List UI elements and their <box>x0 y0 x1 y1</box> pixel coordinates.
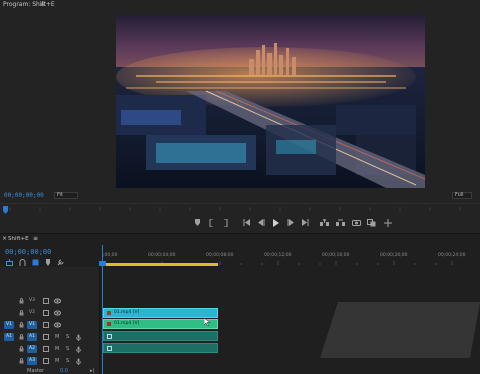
source-patch-a1[interactable]: A1 <box>4 333 14 341</box>
master-label: Master <box>27 368 45 374</box>
audio-clip-icon <box>107 334 112 339</box>
clip-a1[interactable] <box>103 331 218 341</box>
monitor-playhead-icon <box>3 206 8 214</box>
clip-a2[interactable] <box>103 343 218 353</box>
extract-icon[interactable] <box>336 218 345 227</box>
timeline-panel: × Shift+E ≡ 00;00;00;00 ;00;00 00;00;04;… <box>0 233 480 374</box>
close-icon[interactable]: × <box>2 235 7 242</box>
master-volume[interactable]: 0.0 <box>60 368 68 374</box>
sync-lock-icon[interactable] <box>43 334 49 342</box>
eye-icon[interactable] <box>54 310 61 318</box>
track-header-v2: V2 <box>0 308 100 319</box>
go-to-out-icon[interactable] <box>300 218 309 227</box>
clip-v1[interactable]: 01.mp4 [V] <box>103 319 218 329</box>
lock-icon[interactable] <box>19 346 24 354</box>
sync-lock-icon[interactable] <box>43 358 49 366</box>
program-monitor-title[interactable]: Program: Shift+E <box>3 1 55 8</box>
mute-button[interactable]: M <box>55 334 59 340</box>
lock-icon[interactable] <box>19 322 24 330</box>
microphone-icon[interactable] <box>76 358 81 367</box>
step-back-icon[interactable] <box>256 218 265 227</box>
ruler-label: 00;00;24;00 <box>438 253 466 258</box>
in-point-icon[interactable] <box>207 218 216 227</box>
ruler-label: 00;00;04;00 <box>148 253 176 258</box>
sync-lock-icon[interactable] <box>43 322 49 330</box>
playhead-handle-icon[interactable] <box>99 261 106 266</box>
lock-icon[interactable] <box>19 310 24 318</box>
panel-menu-icon[interactable]: ≡ <box>33 235 38 242</box>
clip-name: 01.mp4 [V] <box>114 321 140 326</box>
lock-icon[interactable] <box>19 358 24 366</box>
lift-icon[interactable] <box>320 218 329 227</box>
track-headers: V3 V2 V1 V1 A1 A1 M S A2 M S A3 M S Mast… <box>0 267 100 374</box>
timeline-tab-bar: × Shift+E ≡ <box>0 234 480 244</box>
export-frame-icon[interactable] <box>352 218 361 227</box>
program-monitor: Program: Shift+E ≡ 00;00;00;00 Fit Full <box>0 0 480 233</box>
track-label[interactable]: V3 <box>27 297 37 305</box>
ruler-label: ;00;00 <box>103 253 118 258</box>
ruler-ticks <box>3 206 461 214</box>
video-frame[interactable] <box>116 15 425 188</box>
out-point-icon[interactable] <box>221 218 230 227</box>
microphone-icon[interactable] <box>76 334 81 343</box>
go-to-in-icon[interactable] <box>242 218 251 227</box>
source-patch-v1[interactable]: V1 <box>4 321 14 329</box>
comparison-view-icon[interactable] <box>367 218 376 227</box>
audio-clip-icon <box>107 346 112 351</box>
timeline-tab[interactable]: Shift+E <box>8 236 29 242</box>
timeline-timecode[interactable]: 00;00;00;00 <box>5 248 51 256</box>
monitor-time-ruler[interactable] <box>0 203 480 215</box>
track-header-v1: V1 V1 <box>0 320 100 331</box>
track-header-v3: V3 <box>0 296 100 307</box>
mute-button[interactable]: M <box>55 358 59 364</box>
clip-name: 01.mp4 [V] <box>114 310 140 315</box>
marker-icon[interactable] <box>193 218 202 227</box>
microphone-icon[interactable] <box>76 346 81 355</box>
city-night-frame <box>116 15 425 188</box>
lock-icon[interactable] <box>19 334 24 342</box>
solo-button[interactable]: S <box>66 334 69 340</box>
step-forward-icon[interactable] <box>286 218 295 227</box>
track-label[interactable]: A3 <box>27 357 37 365</box>
zoom-select[interactable]: Fit <box>54 192 78 199</box>
track-label[interactable]: V2 <box>27 309 37 317</box>
track-header-a2: A2 M S <box>0 344 100 355</box>
track-header-master: Master 0.0 ▸| <box>0 367 100 374</box>
track-header-a3: A3 M S <box>0 356 100 367</box>
ruler-label: 00;00;16;00 <box>322 253 350 258</box>
track-label[interactable]: V1 <box>27 321 37 329</box>
sync-lock-icon[interactable] <box>43 298 49 306</box>
lock-icon[interactable] <box>19 298 24 306</box>
resolution-select[interactable]: Full <box>452 192 472 199</box>
mute-button[interactable]: M <box>55 346 59 352</box>
go-to-end-icon[interactable]: ▸| <box>90 368 94 374</box>
eye-icon[interactable] <box>54 298 61 306</box>
ruler-label: 00;00;08;00 <box>206 253 234 258</box>
fx-badge-icon <box>107 322 111 326</box>
program-timecode[interactable]: 00;00;00;00 <box>4 192 44 199</box>
clip-v2[interactable]: 01.mp4 [V] <box>103 308 218 318</box>
panel-menu-icon[interactable]: ≡ <box>40 1 45 8</box>
sync-lock-icon[interactable] <box>43 310 49 318</box>
ruler-label: 00;00;20;00 <box>380 253 408 258</box>
track-label[interactable]: A2 <box>27 345 37 353</box>
track-label[interactable]: A1 <box>27 333 37 341</box>
play-icon[interactable] <box>271 218 280 227</box>
solo-button[interactable]: S <box>66 358 69 364</box>
button-editor-icon[interactable] <box>383 218 392 227</box>
watermark-shape <box>320 302 480 358</box>
fx-badge-icon <box>107 311 111 315</box>
mouse-cursor-icon <box>204 318 210 326</box>
eye-icon[interactable] <box>54 322 61 330</box>
work-area-bar[interactable] <box>103 263 218 266</box>
ruler-label: 00;00;12;00 <box>264 253 292 258</box>
track-header-a1: A1 A1 M S <box>0 332 100 343</box>
sync-lock-icon[interactable] <box>43 346 49 354</box>
solo-button[interactable]: S <box>66 346 69 352</box>
